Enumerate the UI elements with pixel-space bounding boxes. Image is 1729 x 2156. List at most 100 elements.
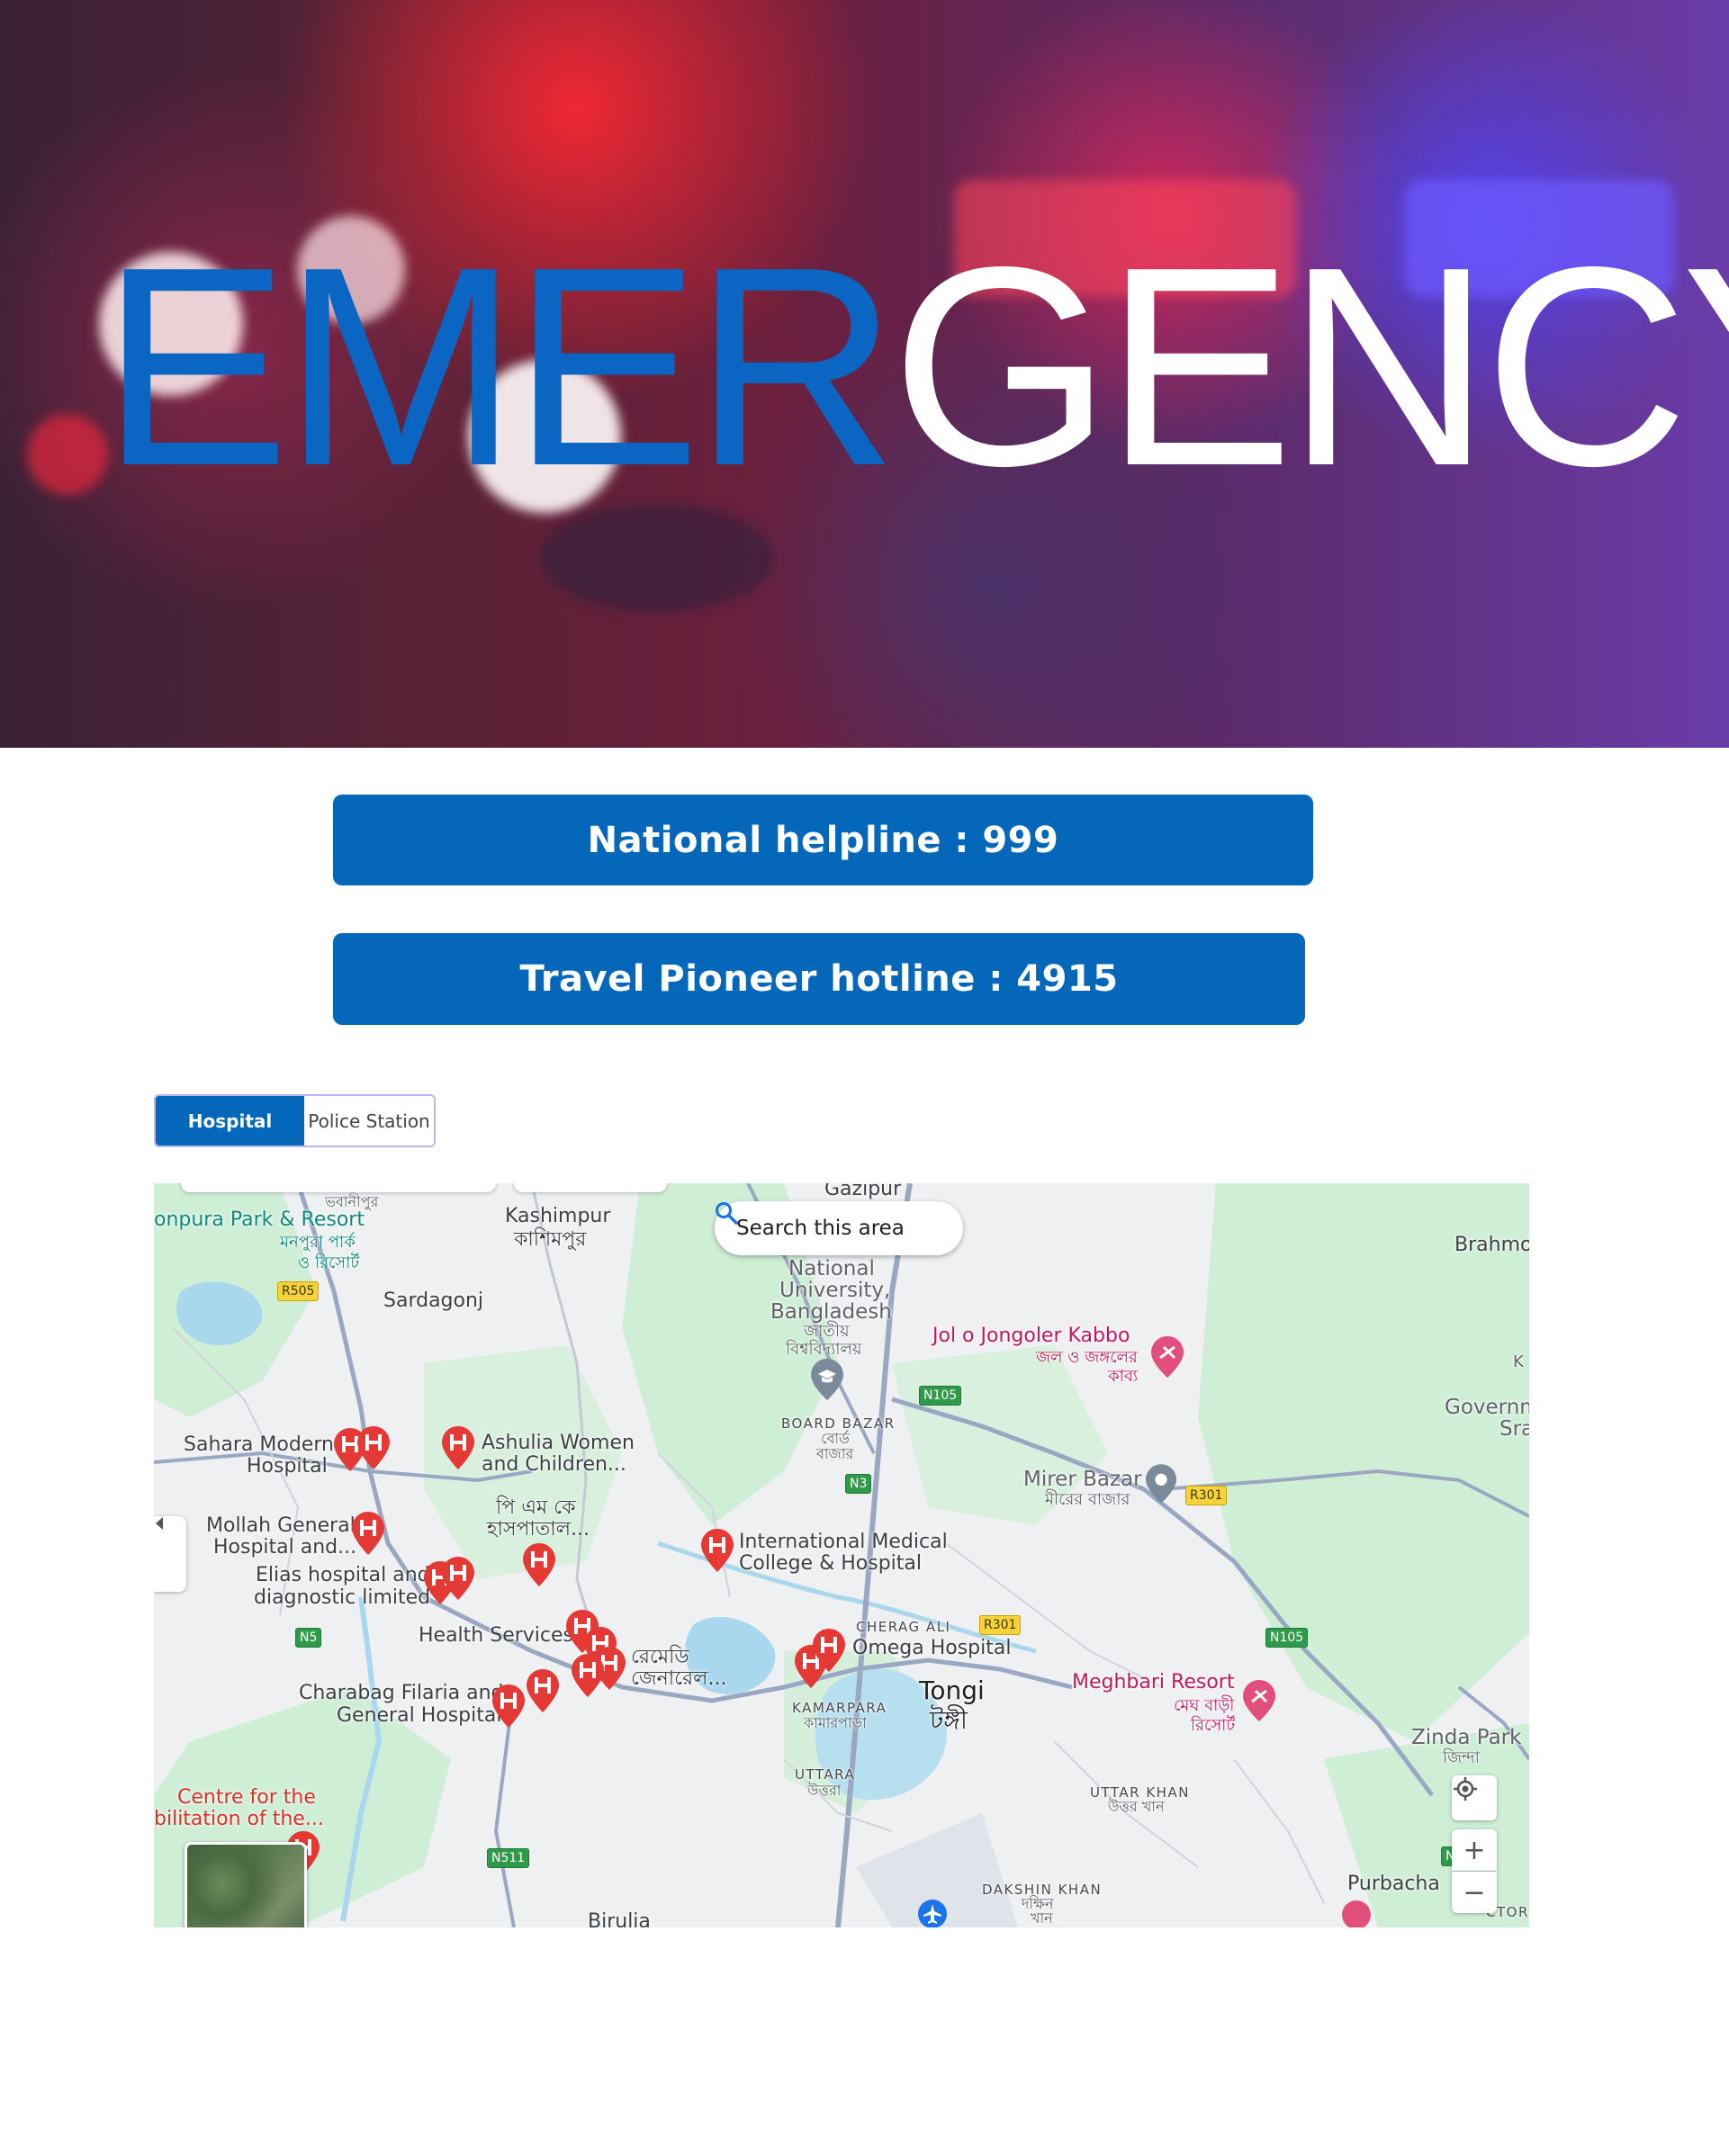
filter-chip[interactable] — [514, 1183, 667, 1192]
map-label: Omega Hospital — [852, 1637, 1012, 1659]
map-label: কাশিমপুর — [514, 1228, 587, 1251]
road-shield: R505 — [277, 1281, 320, 1301]
hospital-pin-icon[interactable] — [492, 1684, 525, 1728]
filter-chip[interactable] — [181, 1183, 496, 1192]
map-label: রেমেডি — [631, 1646, 689, 1668]
travel-pioneer-hotline-button[interactable]: Travel Pioneer hotline : 4915 — [333, 933, 1305, 1025]
map-label: CHERAG ALI — [856, 1619, 951, 1635]
hospital-pin-icon[interactable] — [357, 1426, 390, 1469]
zoom-in-button[interactable]: + — [1452, 1829, 1497, 1871]
map-label: Centre for the — [177, 1786, 316, 1809]
road-shield: N511 — [487, 1848, 530, 1868]
hospital-pin-icon[interactable] — [352, 1512, 384, 1555]
map-label: General Hospital — [337, 1704, 502, 1727]
map-label: জিন্দা — [1443, 1748, 1480, 1767]
map-label: Jol o Jongoler Kabbo — [932, 1325, 1130, 1347]
map-label: ও রিসোর্ট — [298, 1253, 360, 1272]
place-type-tabs: Hospital Police Station — [154, 1094, 436, 1147]
collapse-panel-button[interactable] — [154, 1516, 186, 1592]
map-label: খান — [1031, 1909, 1053, 1927]
map-label: Hospital and... — [213, 1536, 357, 1559]
hospital-pin-icon[interactable] — [527, 1669, 559, 1712]
page-title-blue-part: EMER — [101, 208, 898, 525]
map-view[interactable]: Gazipur ভবানীপুর onpura Park & Resort মন… — [154, 1183, 1529, 1927]
resort-pin-icon[interactable] — [1243, 1680, 1275, 1721]
map-label: জাতীয় — [804, 1322, 850, 1341]
hero-banner: EMERGENCY — [0, 0, 1729, 748]
map-label: Bangladesh — [770, 1300, 892, 1324]
hospital-pin-icon[interactable] — [701, 1529, 734, 1572]
map-label: Sardagonj — [383, 1289, 484, 1312]
satellite-layer-toggle[interactable] — [185, 1842, 307, 1927]
map-label: মনপুরা পার্ক — [280, 1233, 356, 1252]
road-shield: N105 — [1265, 1628, 1309, 1648]
map-label: উত্তরা — [807, 1782, 842, 1799]
national-helpline-button[interactable]: National helpline : 999 — [333, 795, 1313, 885]
map-label: Tongi — [919, 1675, 985, 1705]
page-title: EMERGENCY — [101, 225, 1729, 508]
map-label: বাজার — [816, 1445, 854, 1462]
map-label: Purbacha — [1347, 1873, 1440, 1895]
road-shield: R301 — [1185, 1486, 1228, 1505]
tab-hospital[interactable]: Hospital — [156, 1096, 304, 1145]
road-shield: N105 — [919, 1386, 962, 1406]
hospital-pin-icon[interactable] — [442, 1426, 474, 1469]
map-label: Governm — [1445, 1396, 1529, 1419]
map-label: Meghbari Resort — [1072, 1671, 1235, 1693]
map-label: Sra — [1499, 1417, 1529, 1441]
search-this-area-button[interactable]: Search this area — [715, 1201, 963, 1255]
map-label: bilitation of the... — [154, 1808, 324, 1830]
map-label: Zinda Park — [1411, 1726, 1522, 1749]
map-label: College & Hospital — [739, 1552, 922, 1575]
hospital-pin-icon[interactable] — [813, 1629, 845, 1672]
road-shield: N3 — [845, 1474, 872, 1494]
map-label: Health Services — [419, 1624, 574, 1647]
map-label: Ashulia Women — [482, 1432, 635, 1454]
resort-pin-icon[interactable] — [1340, 1899, 1373, 1927]
map-label: Elias hospital and — [256, 1564, 430, 1586]
map-label: Sahara Modern — [184, 1433, 334, 1456]
map-label: International Medical — [739, 1531, 948, 1553]
map-label: উত্তর খান — [1108, 1798, 1165, 1815]
map-label: রিসোর্ট — [1191, 1716, 1236, 1735]
map-label: জেনারেল... — [631, 1667, 727, 1690]
hospital-pin-icon[interactable] — [572, 1654, 604, 1697]
map-label: পি এম কে — [496, 1496, 576, 1519]
map-label: কামারপাড়া — [804, 1714, 867, 1731]
page-title-white-part: GENCY — [891, 208, 1729, 525]
map-label: Kashimpur — [505, 1205, 611, 1227]
map-label: Brahmo — [1454, 1234, 1529, 1256]
hospital-pin-icon[interactable] — [442, 1557, 474, 1600]
map-label: Gazipur — [824, 1183, 902, 1200]
zoom-out-button[interactable]: − — [1452, 1872, 1497, 1913]
crosshair-icon — [1454, 1777, 1477, 1801]
map-label: বিশ্ববিদ্যালয় — [786, 1340, 862, 1359]
map-label: diagnostic limited — [254, 1586, 431, 1609]
resort-pin-icon[interactable] — [1151, 1336, 1184, 1378]
map-label: University, — [779, 1279, 891, 1302]
search-this-area-label: Search this area — [736, 1217, 905, 1240]
airport-icon[interactable] — [917, 1899, 948, 1927]
map-label: মীরের বাজার — [1045, 1490, 1130, 1509]
university-pin-icon[interactable] — [811, 1359, 843, 1400]
map-label: জল ও জঙ্গলের — [1036, 1348, 1138, 1367]
map-label: Mirer Bazar — [1023, 1468, 1142, 1491]
search-icon — [716, 1202, 738, 1225]
map-label: Hospital — [247, 1455, 328, 1478]
map-label: Birulia — [588, 1910, 651, 1927]
road-shield: N5 — [295, 1628, 322, 1648]
map-label: and Children... — [482, 1453, 626, 1476]
map-label: National — [788, 1257, 875, 1280]
map-label: Mollah General — [206, 1514, 356, 1537]
chevron-left-icon — [156, 1517, 163, 1530]
hospital-pin-icon[interactable] — [523, 1543, 555, 1586]
map-label: টঙ্গী — [930, 1705, 968, 1735]
tab-police-station[interactable]: Police Station — [304, 1096, 434, 1145]
place-pin-icon[interactable] — [1146, 1464, 1176, 1504]
map-label: Charabag Filaria and — [299, 1682, 504, 1704]
map-label: কাব্য — [1108, 1367, 1139, 1386]
road-shield: R301 — [979, 1615, 1022, 1635]
bokeh-light — [27, 414, 108, 495]
my-location-button[interactable] — [1452, 1775, 1497, 1820]
map-label: K — [1513, 1352, 1524, 1371]
